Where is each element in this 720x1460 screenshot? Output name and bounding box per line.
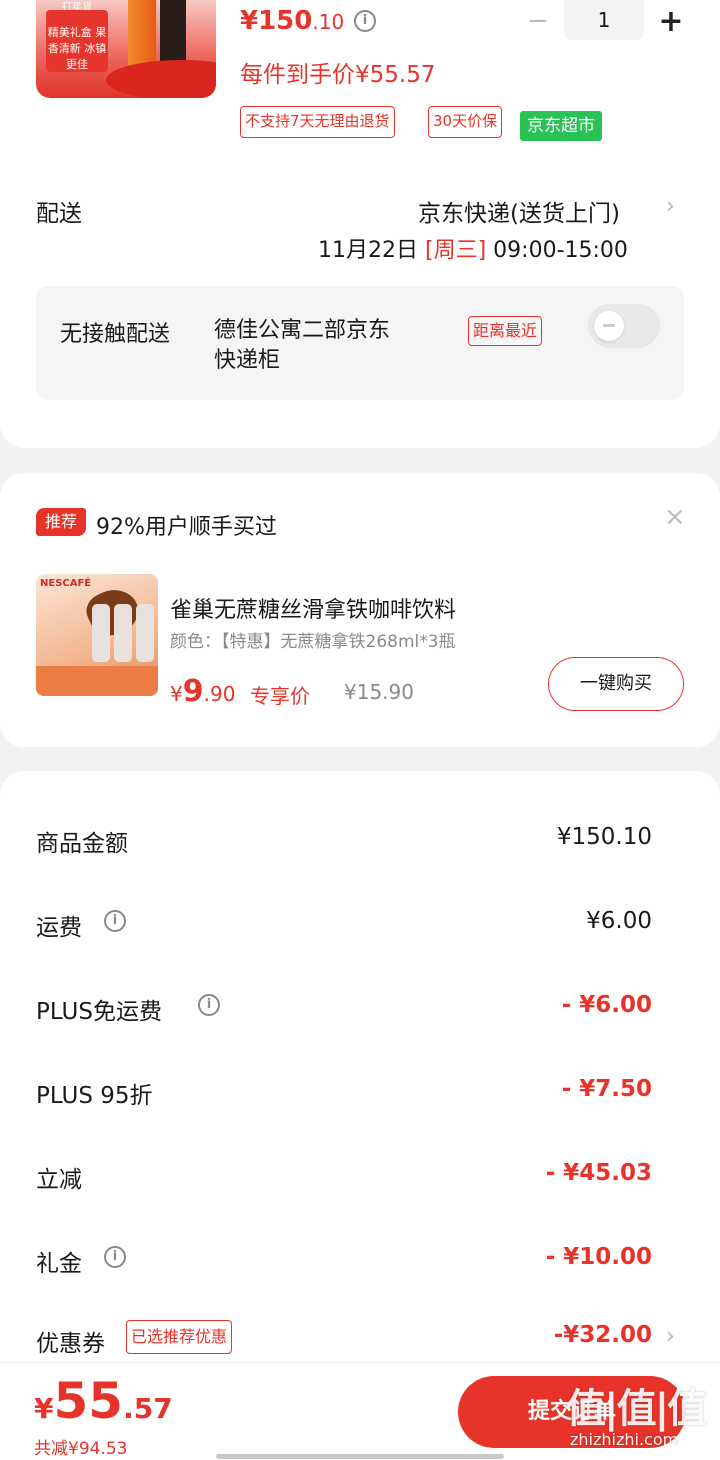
summary-value: ¥6.00 — [586, 908, 652, 934]
total-saved: 共减¥94.53 — [34, 1439, 128, 1459]
total-price: ¥55.57 — [34, 1372, 173, 1430]
home-indicator[interactable] — [216, 1454, 504, 1459]
locker-line-2: 快递柜 — [214, 348, 281, 373]
watermark-site: zhizhizhi.com — [570, 1430, 679, 1449]
info-icon[interactable]: i — [354, 10, 376, 32]
recommend-product-image[interactable]: NESCAFÉ — [36, 574, 158, 696]
bottle — [136, 604, 154, 662]
summary-value: - ¥6.00 — [561, 992, 652, 1018]
distance-tag: 距离最近 — [468, 316, 543, 346]
recommend-title[interactable]: 雀巢无蔗糖丝滑拿铁咖啡饮料 — [170, 592, 456, 624]
toggle-knob — [594, 311, 624, 341]
image-base — [36, 666, 158, 696]
rec-price-dec: .90 — [203, 682, 236, 706]
contactless-toggle[interactable] — [588, 304, 660, 348]
image-tag-text: 精美礼盒 果香清新 冰镇更佳 — [46, 10, 108, 72]
info-icon[interactable]: i — [104, 1246, 126, 1268]
chevron-right-icon[interactable]: › — [666, 194, 675, 219]
product-image[interactable]: 打年货 精美礼盒 果香清新 冰镇更佳 — [36, 0, 216, 98]
watermark-logo: 值|值|值 — [566, 1386, 707, 1432]
bottle — [92, 604, 110, 662]
total-int: 55 — [53, 1372, 124, 1430]
summary-value: - ¥45.03 — [545, 1160, 652, 1186]
close-icon[interactable]: × — [664, 502, 686, 532]
original-price: ¥15.90 — [344, 680, 414, 704]
rec-price-symbol: ¥ — [170, 682, 183, 706]
delivery-time[interactable]: 11月22日 [周三] 09:00-15:00 — [318, 232, 628, 264]
summary-label: 运费 — [36, 915, 82, 941]
delivery-date: 11月22日 — [318, 238, 418, 263]
total-dec: .57 — [123, 1392, 173, 1425]
summary-value: - ¥7.50 — [561, 1076, 652, 1102]
nescafe-logo: NESCAFÉ — [40, 578, 92, 589]
recommend-headline: 92%用户顺手买过 — [96, 515, 277, 540]
price-symbol: ¥ — [240, 6, 259, 36]
delivery-hours: 09:00-15:00 — [493, 238, 628, 263]
summary-label: PLUS 95折 — [36, 1083, 153, 1109]
unit-price: 每件到手价¥55.57 — [240, 62, 436, 88]
delivery-weekday: [周三] — [425, 238, 487, 263]
summary-value: - ¥10.00 — [545, 1244, 652, 1270]
info-icon[interactable]: i — [104, 910, 126, 932]
price-protect-tag: 30天价保 — [428, 106, 503, 138]
summary-label: 立减 — [36, 1167, 82, 1193]
coupon-value[interactable]: -¥32.00 — [554, 1322, 652, 1348]
delivery-method[interactable]: 京东快递(送货上门) — [418, 194, 620, 228]
summary-label: 礼金 — [36, 1251, 82, 1277]
exclusive-price-tag: 专享价 — [250, 684, 310, 708]
no-return-tag: 不支持7天无理由退货 — [240, 106, 395, 138]
coupon-label: 优惠券 — [36, 1331, 105, 1357]
coupon-selected-tag: 已选推荐优惠 — [126, 1320, 233, 1354]
recommend-badge: 推荐 — [36, 508, 86, 536]
total-symbol: ¥ — [34, 1392, 54, 1425]
recommend-spec: 颜色：【特惠】无蔗糖拿铁268ml*3瓶 — [170, 632, 456, 652]
bottle — [114, 604, 132, 662]
summary-label: 商品金额 — [36, 831, 128, 857]
summary-value: ¥150.10 — [556, 824, 652, 850]
locker-name: 德佳公寓二部京东 快递柜 — [214, 316, 454, 376]
store-tag: 京东超市 — [520, 111, 602, 141]
price-int: 150 — [258, 6, 313, 36]
product-pedestal — [106, 60, 216, 98]
info-icon[interactable]: i — [198, 994, 220, 1016]
quantity-minus-button[interactable]: − — [526, 6, 550, 36]
locker-line-1: 德佳公寓二部京东 — [214, 318, 391, 343]
quantity-input[interactable]: 1 — [564, 0, 644, 40]
contactless-label: 无接触配送 — [60, 322, 171, 347]
rec-price-int: 9 — [182, 674, 204, 709]
one-click-buy-button[interactable]: 一键购买 — [548, 657, 684, 711]
summary-label: PLUS免运费 — [36, 999, 162, 1025]
product-price: ¥150.10 — [240, 6, 344, 36]
price-dec: .10 — [312, 10, 345, 34]
quantity-plus-button[interactable]: + — [656, 4, 686, 39]
watermark: 值|值|值 zhizhizhi.com — [566, 1376, 714, 1456]
delivery-label: 配送 — [36, 201, 82, 227]
recommend-price: ¥9.90 — [170, 674, 235, 709]
chevron-right-icon[interactable]: › — [666, 1324, 675, 1349]
